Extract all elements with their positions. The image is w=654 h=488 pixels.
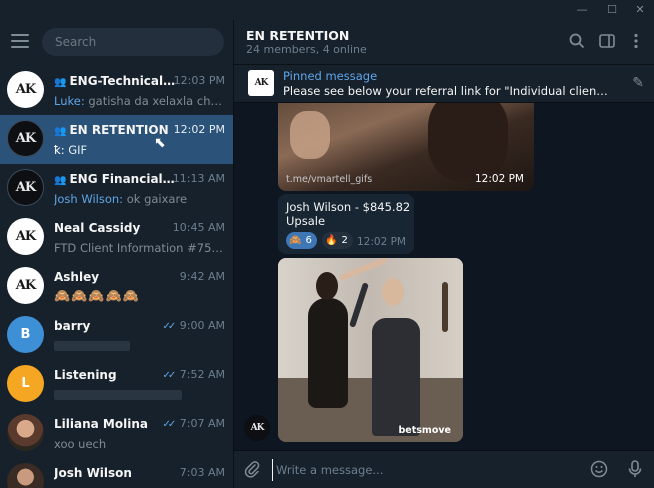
message-time: 12:02 PM [475,173,524,185]
chat-preview: xoo uech [54,437,107,451]
chat-preview-emojis: 🙈🙈🙈🙈🙈 [54,289,140,304]
chat-header: EN RETENTION 24 members, 4 online [234,20,654,65]
chat-name: Listening [54,368,117,382]
more-options-icon[interactable] [627,32,645,50]
chat-time: 10:45 AM [172,221,225,234]
chat-preview: FTD Client Information #75780 ... [54,241,226,255]
chat-time: ✓✓ 9:00 AM [162,319,225,332]
avatar-logo-text: AK [15,180,36,195]
pinned-title: Pinned message [283,69,378,83]
paperclip-icon[interactable] [244,460,260,478]
avatar-logo-text: AK [250,423,265,433]
chat-time: 11:13 AM [172,172,225,185]
mouse-cursor-icon: ⬉ [154,135,166,151]
chat-avatar: AK [7,71,44,108]
chat-time: ✓✓ 7:07 AM [162,417,225,430]
chat-avatar [7,463,44,488]
message-text: Upsale [286,214,326,228]
close-button[interactable]: ✕ [630,2,650,18]
chat-name: Liliana Molina [54,417,148,431]
window-titlebar: — ☐ ✕ [0,0,654,20]
chat-time: 9:42 AM [179,270,225,283]
chat-item-en-retention[interactable]: AK 👥 EN RETENTION 12:02 PM ꝁ: GIF ⬉ [0,115,233,164]
chat-members-status: 24 members, 4 online [246,43,367,56]
maximize-button[interactable]: ☐ [602,2,622,18]
pinned-message-bar[interactable]: AK Pinned message Please see below your … [234,65,654,103]
chat-name: 👥ENG-Technical-Ret... [54,74,178,88]
chat-preview: Josh Wilson: ok gaixare [54,192,188,206]
chat-item-listening[interactable]: L Listening ✓✓ 7:52 AM [0,360,233,409]
chat-name: Ashley [54,270,100,284]
chat-item-barry[interactable]: B barry ✓✓ 9:00 AM [0,311,233,360]
chat-avatar [7,414,44,451]
message-bubble[interactable]: Josh Wilson - $845.82 Upsale 🙈 6 🔥 2 12:02… [278,194,414,254]
chat-avatar: B [7,316,44,353]
message-input[interactable] [272,459,572,481]
gif-watermark: betsmove [398,425,451,436]
chat-time: 12:02 PM [173,123,225,136]
group-icon: 👥 [54,77,67,88]
chat-avatar: L [7,365,44,402]
double-check-icon: ✓✓ [162,370,177,381]
chat-item-neal-cassidy[interactable]: AK Neal Cassidy 10:45 AM FTD Client Info… [0,213,233,262]
chat-list-sidebar: Search AK 👥ENG-Technical-Ret... 12:03 PM… [0,20,234,488]
chat-name: barry [54,319,91,333]
hamburger-menu-icon[interactable] [11,34,29,48]
search-icon[interactable] [568,32,586,50]
blurred-preview [54,390,182,400]
message-area: t.me/vmartell_gifs 12:02 PM Josh Wilson … [234,103,654,450]
chat-item-josh-wilson[interactable]: Josh Wilson 7:03 AM [0,458,233,488]
chat-name: Neal Cassidy [54,221,141,235]
monkey-emoji-icon: 🙈 [289,235,302,246]
avatar-logo-text: AK [15,131,36,146]
fire-emoji-icon: 🔥 [325,235,338,246]
chat-name: Josh Wilson [54,466,132,480]
reaction-monkey[interactable]: 🙈 6 [286,232,317,249]
avatar-logo-text: AK [15,82,36,97]
double-check-icon: ✓✓ [162,419,177,430]
chat-time: ✓✓ 7:52 AM [162,368,225,381]
chat-avatar: AK [7,267,44,304]
chat-name: 👥ENG Financial - Bar... [54,172,178,186]
chat-title[interactable]: EN RETENTION [246,28,349,43]
chat-time: 12:03 PM [173,74,225,87]
chat-item-liliana-molina[interactable]: Liliana Molina ✓✓ 7:07 AM xoo uech [0,409,233,458]
chat-item-eng-technical[interactable]: AK 👥ENG-Technical-Ret... 12:03 PM Luke: … [0,66,233,115]
chat-preview: ꝁ: GIF [54,143,88,157]
pinned-thumbnail: AK [248,70,274,96]
chat-item-eng-financial[interactable]: AK 👥ENG Financial - Bar... 11:13 AM Josh… [0,164,233,213]
chat-avatar: AK [7,218,44,255]
double-check-icon: ✓✓ [162,321,177,332]
unpin-icon[interactable]: ✎ [632,75,644,91]
avatar-logo-text: AK [254,78,269,88]
reaction-fire[interactable]: 🔥 2 [322,232,353,249]
chat-time: 7:03 AM [179,466,225,479]
pinned-text: Please see below your referral link for … [283,84,609,98]
gif-source-link[interactable]: t.me/vmartell_gifs [286,174,372,185]
chat-avatar: AK [7,169,44,206]
gif-message[interactable]: betsmove [278,258,463,442]
emoji-icon[interactable] [590,460,608,478]
avatar-logo-text: AK [15,229,36,244]
message-composer [234,450,654,488]
group-icon: 👥 [54,175,67,186]
chat-preview: Luke: gatisha da xelaxla charte a... [54,94,226,108]
microphone-icon[interactable] [626,459,644,479]
chat-avatar: AK [7,120,44,157]
search-input[interactable]: Search [42,28,224,56]
message-time: 12:02 PM [357,236,406,248]
sender-avatar[interactable]: AK [244,415,270,441]
blurred-preview [54,341,130,351]
gif-message[interactable]: t.me/vmartell_gifs 12:02 PM [278,103,534,191]
chat-item-ashley[interactable]: AK Ashley 9:42 AM 🙈🙈🙈🙈🙈 [0,262,233,311]
avatar-logo-text: AK [15,278,36,293]
group-icon: 👥 [54,126,67,137]
minimize-button[interactable]: — [572,2,592,18]
sidebar-toggle-icon[interactable] [598,32,616,50]
message-text: Josh Wilson - $845.82 [286,200,411,214]
